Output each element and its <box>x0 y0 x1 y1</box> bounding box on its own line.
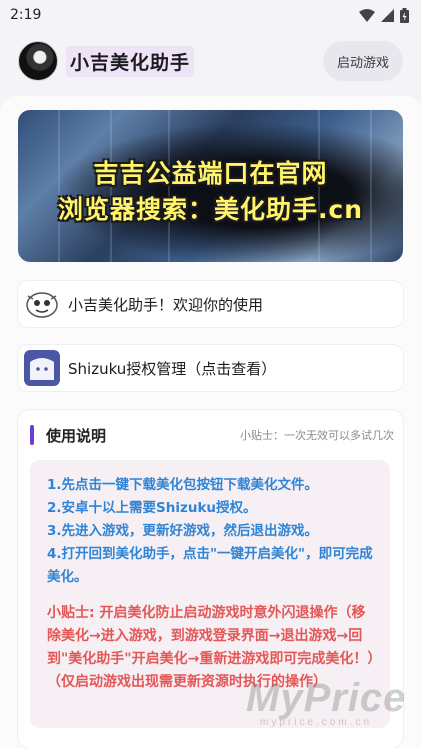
welcome-text: 小吉美化助手！欢迎你的使用 <box>68 295 264 314</box>
step-4: 4.打开回到美化助手，点击"一键开启美化"，即可完成美化。 <box>47 546 373 585</box>
shizuku-icon <box>24 350 60 386</box>
step-1: 1.先点击一键下载美化包按钮下载美化文件。 <box>47 477 319 493</box>
avatar <box>18 41 58 81</box>
app-header: 小吉美化助手 启动游戏 <box>0 30 421 92</box>
instructions-box: 1.先点击一键下载美化包按钮下载美化文件。 2.安卓十以上需要Shizuku授权… <box>30 460 390 728</box>
accent-bar <box>30 425 34 445</box>
status-icons <box>359 7 409 23</box>
instructions-card: 使用说明 小贴士：一次无效可以多试几次 1.先点击一键下载美化包按钮下载美化文件… <box>18 410 403 748</box>
step-3: 3.先进入游戏，更新好游戏，然后退出游戏。 <box>47 523 319 539</box>
welcome-card: 小吉美化助手！欢迎你的使用 <box>18 281 403 327</box>
step-2: 2.安卓十以上需要Shizuku授权。 <box>47 500 257 516</box>
promo-banner[interactable]: 吉吉公益端口在官网 浏览器搜索：美化助手.cn <box>18 110 403 262</box>
cellular-icon <box>381 8 394 22</box>
wifi-icon <box>359 8 375 22</box>
battery-icon <box>400 7 409 23</box>
status-bar: 2:19 <box>0 0 421 30</box>
shizuku-card[interactable]: Shizuku授权管理（点击查看） <box>18 345 403 391</box>
mascot-icon <box>26 292 58 318</box>
instructions-tip: 小贴士：一次无效可以多试几次 <box>240 429 394 442</box>
warning-text: 小贴士: 开启美化防止启动游戏时意外闪退操作（移除美化→进入游戏，到游戏登录界面… <box>47 605 375 690</box>
status-time: 2:19 <box>10 7 42 23</box>
start-game-button[interactable]: 启动游戏 <box>323 41 403 81</box>
app-title: 小吉美化助手 <box>66 45 195 77</box>
main-content: 吉吉公益端口在官网 浏览器搜索：美化助手.cn 小吉美化助手！欢迎你的使用 Sh… <box>0 96 421 748</box>
instructions-title: 使用说明 <box>46 426 107 445</box>
shizuku-text: Shizuku授权管理（点击查看） <box>68 359 277 378</box>
banner-line-2: 浏览器搜索：美化助手.cn <box>57 195 364 224</box>
instructions-header: 使用说明 小贴士：一次无效可以多试几次 <box>30 424 394 446</box>
banner-line-1: 吉吉公益端口在官网 <box>93 159 328 188</box>
